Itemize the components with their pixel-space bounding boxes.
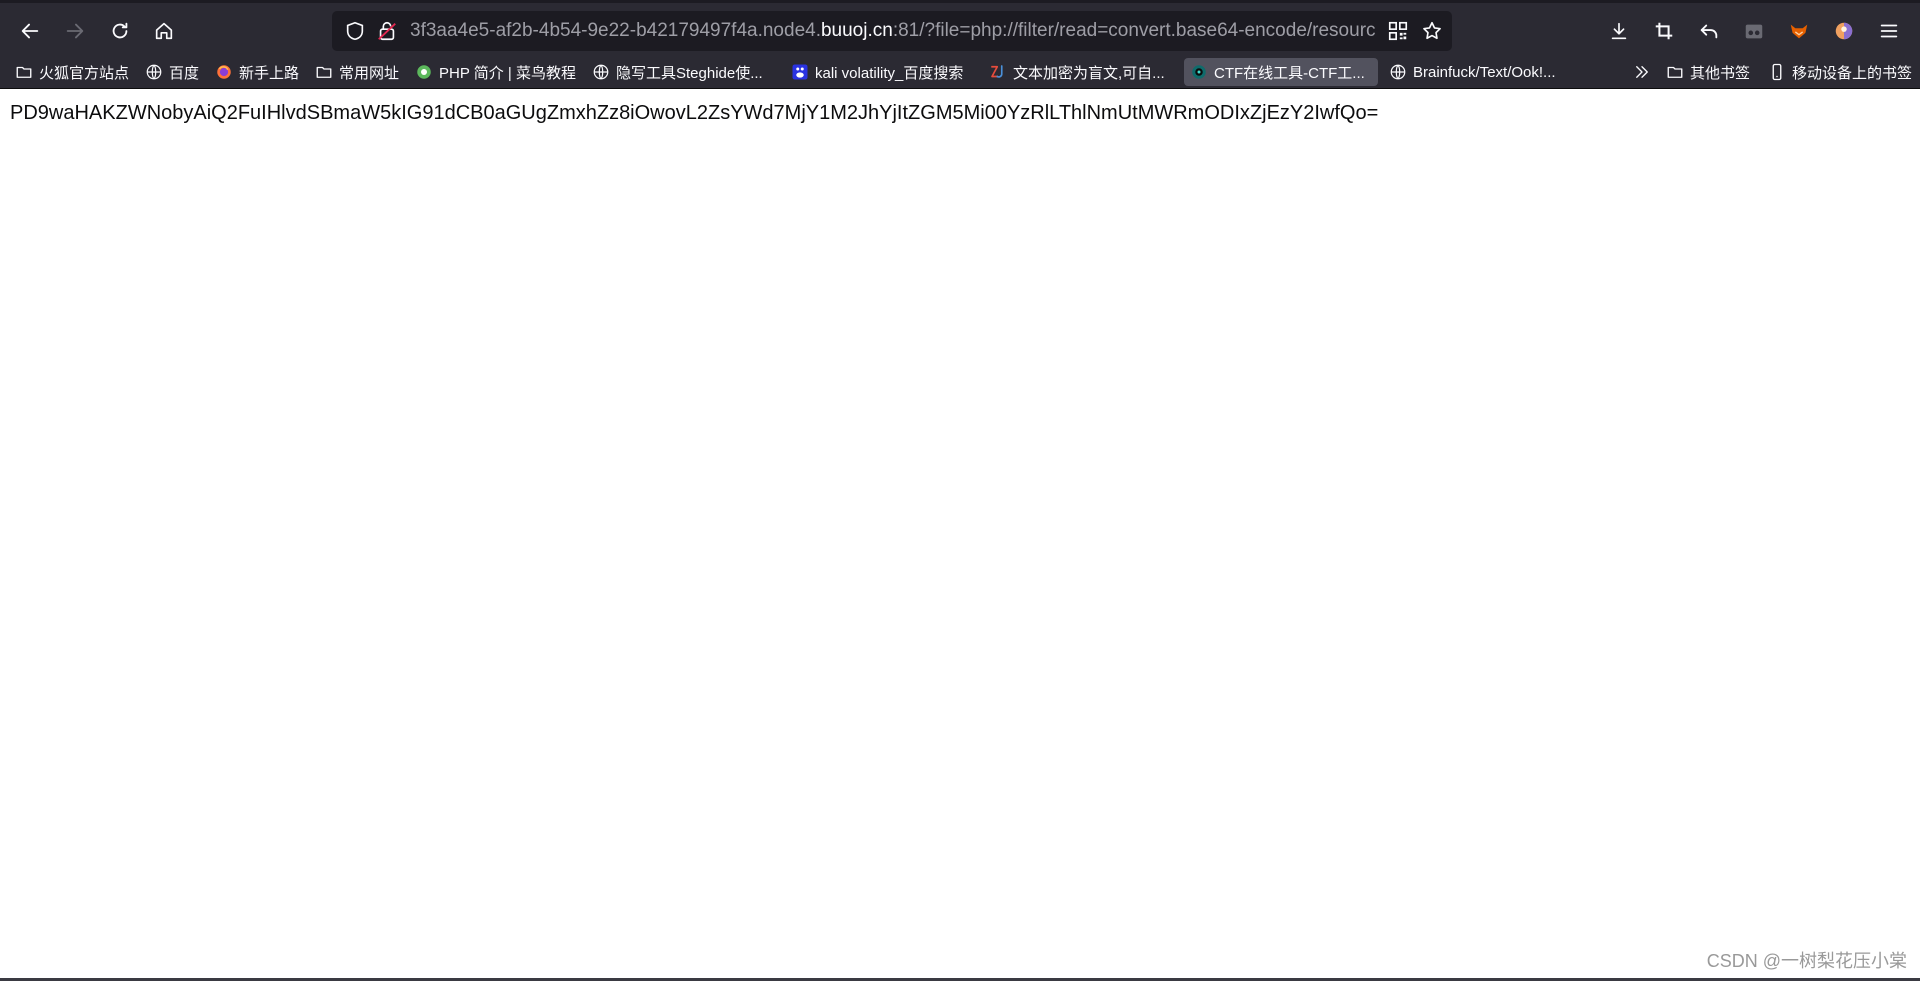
url-bar[interactable]: 3f3aa4e5-af2b-4b54-9e22-b42179497f4a.nod… (332, 11, 1452, 51)
crop-button[interactable] (1647, 14, 1681, 48)
star-icon[interactable] (1420, 19, 1444, 43)
globe-icon (592, 63, 610, 81)
url-text[interactable]: 3f3aa4e5-af2b-4b54-9e22-b42179497f4a.nod… (410, 11, 1376, 51)
url-domain: buuoj.cn (820, 20, 893, 41)
bookmark-label: 移动设备上的书签 (1792, 64, 1913, 82)
csdn-watermark: CSDN @一树梨花压小棠 (1706, 951, 1907, 971)
extension-button[interactable] (1737, 14, 1771, 48)
menu-button[interactable] (1872, 14, 1906, 48)
bookmark-label: 文本加密为盲文,可自... (1013, 64, 1165, 82)
bookmark-item[interactable]: kali volatility_百度搜索 (785, 58, 969, 86)
mobile-icon (1768, 63, 1786, 81)
forward-button[interactable] (58, 14, 92, 48)
undo-button[interactable] (1692, 14, 1726, 48)
bookmark-label: 百度 (169, 64, 200, 82)
home-button[interactable] (147, 14, 181, 48)
bookmark-label: 火狐官方站点 (39, 64, 130, 82)
fox-extension-icon (1790, 24, 1808, 39)
bookmark-label: 新手上路 (239, 64, 300, 82)
qr-code-icon[interactable] (1386, 19, 1410, 43)
reload-button[interactable] (103, 14, 137, 48)
bookmark-label: CTF在线工具-CTF工... (1214, 64, 1365, 82)
menu-icon (1880, 24, 1898, 38)
forward-icon (66, 23, 84, 39)
firefox-icon (215, 63, 233, 81)
bookmark-label: kali volatility_百度搜索 (815, 64, 964, 82)
bookmark-label: 常用网址 (339, 64, 400, 82)
bookmark-item[interactable]: 移动设备上的书签 (1762, 58, 1918, 86)
bookmark-item[interactable]: 其他书签 (1660, 58, 1756, 86)
bookmarks-bar: 火狐官方站点 百度 新手上路 常用网址 PHP 简介 | 菜鸟教程 隐写工具St… (0, 55, 1920, 89)
bookmark-item[interactable]: 新手上路 (209, 58, 305, 86)
bookmark-item[interactable]: 隐写工具Steghide使... (586, 58, 769, 86)
bookmark-item[interactable]: Brainfuck/Text/Ook!... (1383, 58, 1562, 86)
shield-icon[interactable] (344, 20, 366, 42)
page-content: PD9waHAKZWNobyAiQ2FuIHlvdSBmaW5kIG91dCB0… (0, 90, 1920, 981)
bookmark-item[interactable]: 常用网址 (309, 58, 405, 86)
profile-button[interactable] (1827, 14, 1861, 48)
bookmarks-overflow-button[interactable] (1627, 58, 1657, 86)
reload-icon (112, 22, 128, 39)
crop-icon (1655, 22, 1673, 40)
back-button[interactable] (13, 14, 47, 48)
bookmark-label: 隐写工具Steghide使... (616, 64, 763, 82)
browser-toolbar: 3f3aa4e5-af2b-4b54-9e22-b42179497f4a.nod… (0, 0, 1920, 55)
bookmark-item[interactable]: 文本加密为盲文,可自... (983, 58, 1171, 86)
home-icon (155, 22, 173, 40)
folder-icon (15, 63, 33, 81)
bookmark-item[interactable]: 火狐官方站点 (9, 58, 135, 86)
download-button[interactable] (1602, 14, 1636, 48)
bookmark-label: Brainfuck/Text/Ook!... (1413, 63, 1556, 81)
url-prefix: 3f3aa4e5-af2b-4b54-9e22-b42179497f4a.nod… (410, 20, 821, 41)
profile-icon (1835, 22, 1853, 40)
globe-icon (1389, 63, 1407, 81)
baidu-icon (791, 63, 809, 81)
ctf-icon (1190, 63, 1208, 81)
folder-icon (1666, 63, 1684, 81)
back-icon (21, 23, 39, 39)
fox-extension-button[interactable] (1782, 14, 1816, 48)
bookmark-item-active[interactable]: CTF在线工具-CTF工... (1184, 58, 1378, 86)
url-suffix: :81/?file=php://filter/read=convert.base… (892, 20, 1376, 41)
chevron-double-right-icon (1633, 63, 1651, 81)
bookmark-item[interactable]: PHP 简介 | 菜鸟教程 (409, 58, 582, 86)
download-icon (1611, 22, 1627, 40)
extension-icon (1745, 24, 1763, 39)
globe-icon (145, 63, 163, 81)
base64-output-text: PD9waHAKZWNobyAiQ2FuIHlvdSBmaW5kIG91dCB0… (10, 102, 1379, 124)
runoob-icon (415, 63, 433, 81)
bookmark-label: PHP 简介 | 菜鸟教程 (439, 64, 576, 82)
bookmark-item[interactable]: 百度 (139, 58, 205, 86)
bookmark-label: 其他书签 (1690, 64, 1751, 82)
zj-icon (989, 63, 1007, 81)
folder-icon (315, 63, 333, 81)
undo-icon (1700, 24, 1718, 39)
page-info-icon[interactable] (376, 20, 398, 42)
